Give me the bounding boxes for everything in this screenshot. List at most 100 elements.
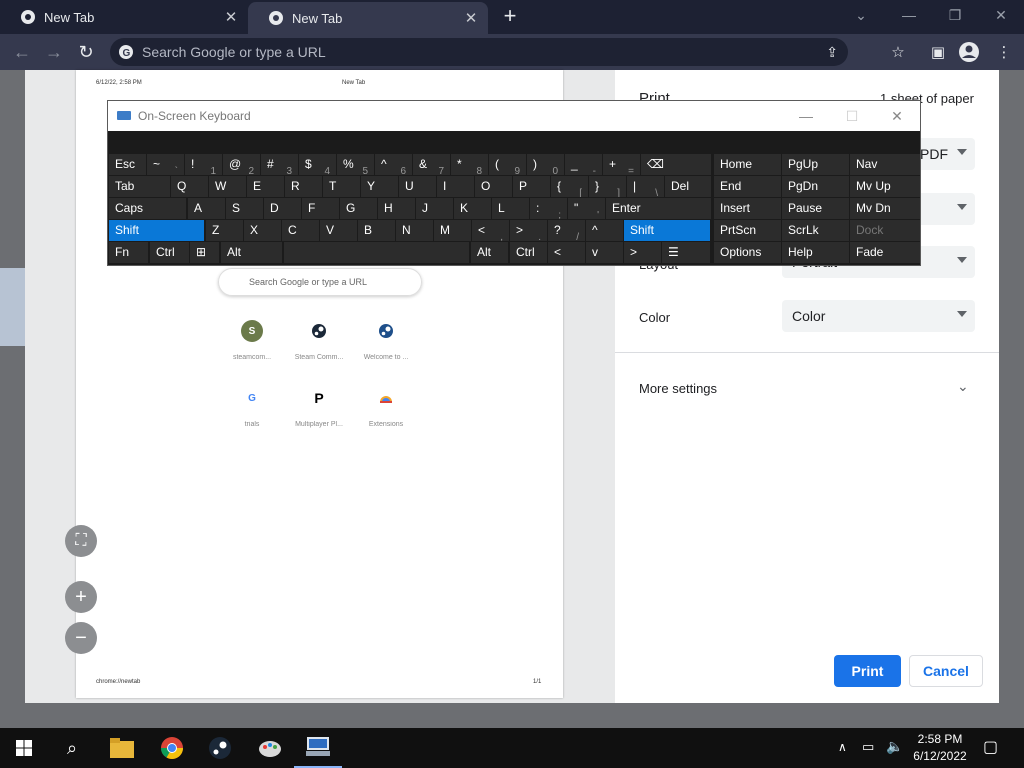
share-icon[interactable]: ⇪ (826, 44, 838, 61)
osk-key[interactable]: Q (171, 176, 208, 197)
osk-nav-key[interactable]: Dock (850, 220, 920, 241)
osk-key[interactable]: X (244, 220, 281, 241)
osk-key[interactable]: Y (361, 176, 398, 197)
osk-nav-key[interactable]: PgDn (782, 176, 849, 197)
osk-key[interactable]: T (323, 176, 360, 197)
osk-key[interactable]: L (492, 198, 529, 219)
osk-key[interactable]: _ - (565, 154, 602, 175)
osk-key[interactable]: $4 (299, 154, 336, 175)
osk-key[interactable]: ? / (548, 220, 585, 241)
osk-key[interactable]: :; (530, 198, 567, 219)
osk-key[interactable]: ^ 6 (375, 154, 412, 175)
osk-key[interactable]: {[ (551, 176, 588, 197)
restore-button[interactable]: ❐ (932, 0, 978, 30)
osk-maximize-button[interactable]: ☐ (837, 105, 867, 127)
reload-button[interactable]: ↻ (74, 40, 98, 64)
volume-icon[interactable]: 🔈 (886, 738, 903, 755)
osk-key[interactable]: R (285, 176, 322, 197)
osk-key[interactable]: B (358, 220, 395, 241)
menu-kebab-icon[interactable]: ⋮ (992, 40, 1016, 64)
osk-key[interactable]: V (320, 220, 357, 241)
osk-key[interactable]: " ' (568, 198, 605, 219)
osk-key[interactable]: C (282, 220, 319, 241)
osk-key[interactable]: Esc (109, 154, 146, 175)
osk-key[interactable] (284, 242, 469, 263)
osk-key[interactable]: Ctrl (510, 242, 547, 263)
color-select[interactable]: Color (782, 300, 975, 332)
osk-nav-key[interactable]: Pause (782, 198, 849, 219)
osk-key[interactable]: P (513, 176, 550, 197)
osk-key[interactable]: J (416, 198, 453, 219)
osk-key[interactable]: | \ (627, 176, 664, 197)
osk-nav-key[interactable]: Mv Up (850, 176, 920, 197)
osk-key[interactable]: Caps (109, 198, 186, 219)
osk-key[interactable]: ~ ` (147, 154, 184, 175)
start-button[interactable] (0, 728, 48, 768)
osk-nav-key[interactable]: Fade (850, 242, 920, 263)
profile-avatar[interactable] (957, 40, 981, 64)
osk-key[interactable]: K (454, 198, 491, 219)
osk-key[interactable]: Shift (624, 220, 710, 241)
osk-key[interactable]: M (434, 220, 471, 241)
osk-key[interactable]: }] (589, 176, 626, 197)
notifications-icon[interactable]: ▢ (983, 737, 998, 757)
osk-key[interactable]: <, (472, 220, 509, 241)
osk-key[interactable]: D (264, 198, 301, 219)
paint-taskbar-icon[interactable] (246, 728, 294, 768)
osk-key[interactable]: v (586, 242, 623, 263)
steam-taskbar-icon[interactable] (196, 728, 244, 768)
osk-key[interactable]: G (340, 198, 377, 219)
osk-key[interactable]: + = (603, 154, 640, 175)
osk-nav-key[interactable]: ScrLk (782, 220, 849, 241)
osk-key[interactable]: >. (510, 220, 547, 241)
tab-new-tab-1[interactable]: New Tab ✕ (0, 0, 248, 34)
osk-key[interactable]: Shift (109, 220, 204, 241)
osk-key[interactable]: S (226, 198, 263, 219)
omnibox[interactable]: G Search Google or type a URL ⇪ (110, 38, 848, 66)
osk-nav-key[interactable]: PrtScn (714, 220, 781, 241)
osk-taskbar-icon[interactable] (294, 728, 342, 768)
taskbar-clock[interactable]: 2:58 PM 6/12/2022 (912, 731, 968, 765)
file-explorer-icon[interactable] (98, 728, 146, 768)
forward-button[interactable]: → (42, 40, 66, 64)
cancel-button[interactable]: Cancel (909, 655, 983, 687)
osk-key[interactable]: U (399, 176, 436, 197)
osk-key[interactable]: I (437, 176, 474, 197)
zoom-in-button[interactable]: + (65, 581, 97, 613)
side-panel-icon[interactable]: ▣ (926, 40, 950, 64)
osk-key[interactable]: (9 (489, 154, 526, 175)
osk-nav-key[interactable]: Insert (714, 198, 781, 219)
close-tab-icon[interactable]: ✕ (460, 7, 482, 29)
bookmark-star-icon[interactable]: ☆ (886, 40, 910, 64)
osk-nav-key[interactable]: Mv Dn (850, 198, 920, 219)
osk-key[interactable]: ^ (586, 220, 623, 241)
osk-key[interactable]: W (209, 176, 246, 197)
osk-key[interactable]: Tab (109, 176, 170, 197)
zoom-out-button[interactable]: − (65, 622, 97, 654)
back-button[interactable]: ← (10, 40, 34, 64)
osk-key[interactable]: H (378, 198, 415, 219)
close-window-button[interactable]: ✕ (978, 0, 1024, 30)
osk-key[interactable]: A (188, 198, 225, 219)
close-tab-icon[interactable]: ✕ (220, 6, 242, 28)
osk-key[interactable]: Ctrl (150, 242, 189, 263)
osk-nav-key[interactable]: Home (714, 154, 781, 175)
osk-nav-key[interactable]: Help (782, 242, 849, 263)
osk-nav-key[interactable]: Nav (850, 154, 920, 175)
osk-minimize-button[interactable]: — (791, 105, 821, 127)
osk-close-button[interactable]: ✕ (882, 105, 912, 127)
osk-key[interactable]: Fn (109, 242, 148, 263)
osk-key[interactable]: > (624, 242, 661, 263)
osk-nav-key[interactable]: Options (714, 242, 781, 263)
osk-key[interactable]: % 5 (337, 154, 374, 175)
osk-key[interactable]: < (548, 242, 585, 263)
osk-key[interactable]: Del (665, 176, 711, 197)
search-icon[interactable]: ⌕ (48, 728, 96, 768)
osk-key[interactable]: N (396, 220, 433, 241)
print-button[interactable]: Print (834, 655, 901, 687)
osk-title-bar[interactable]: On-Screen Keyboard — ☐ ✕ (108, 101, 920, 131)
new-tab-button[interactable]: + (498, 4, 522, 28)
osk-key[interactable]: ⌫ (641, 154, 711, 175)
network-icon[interactable]: ▭ (862, 739, 874, 755)
osk-nav-key[interactable]: PgUp (782, 154, 849, 175)
